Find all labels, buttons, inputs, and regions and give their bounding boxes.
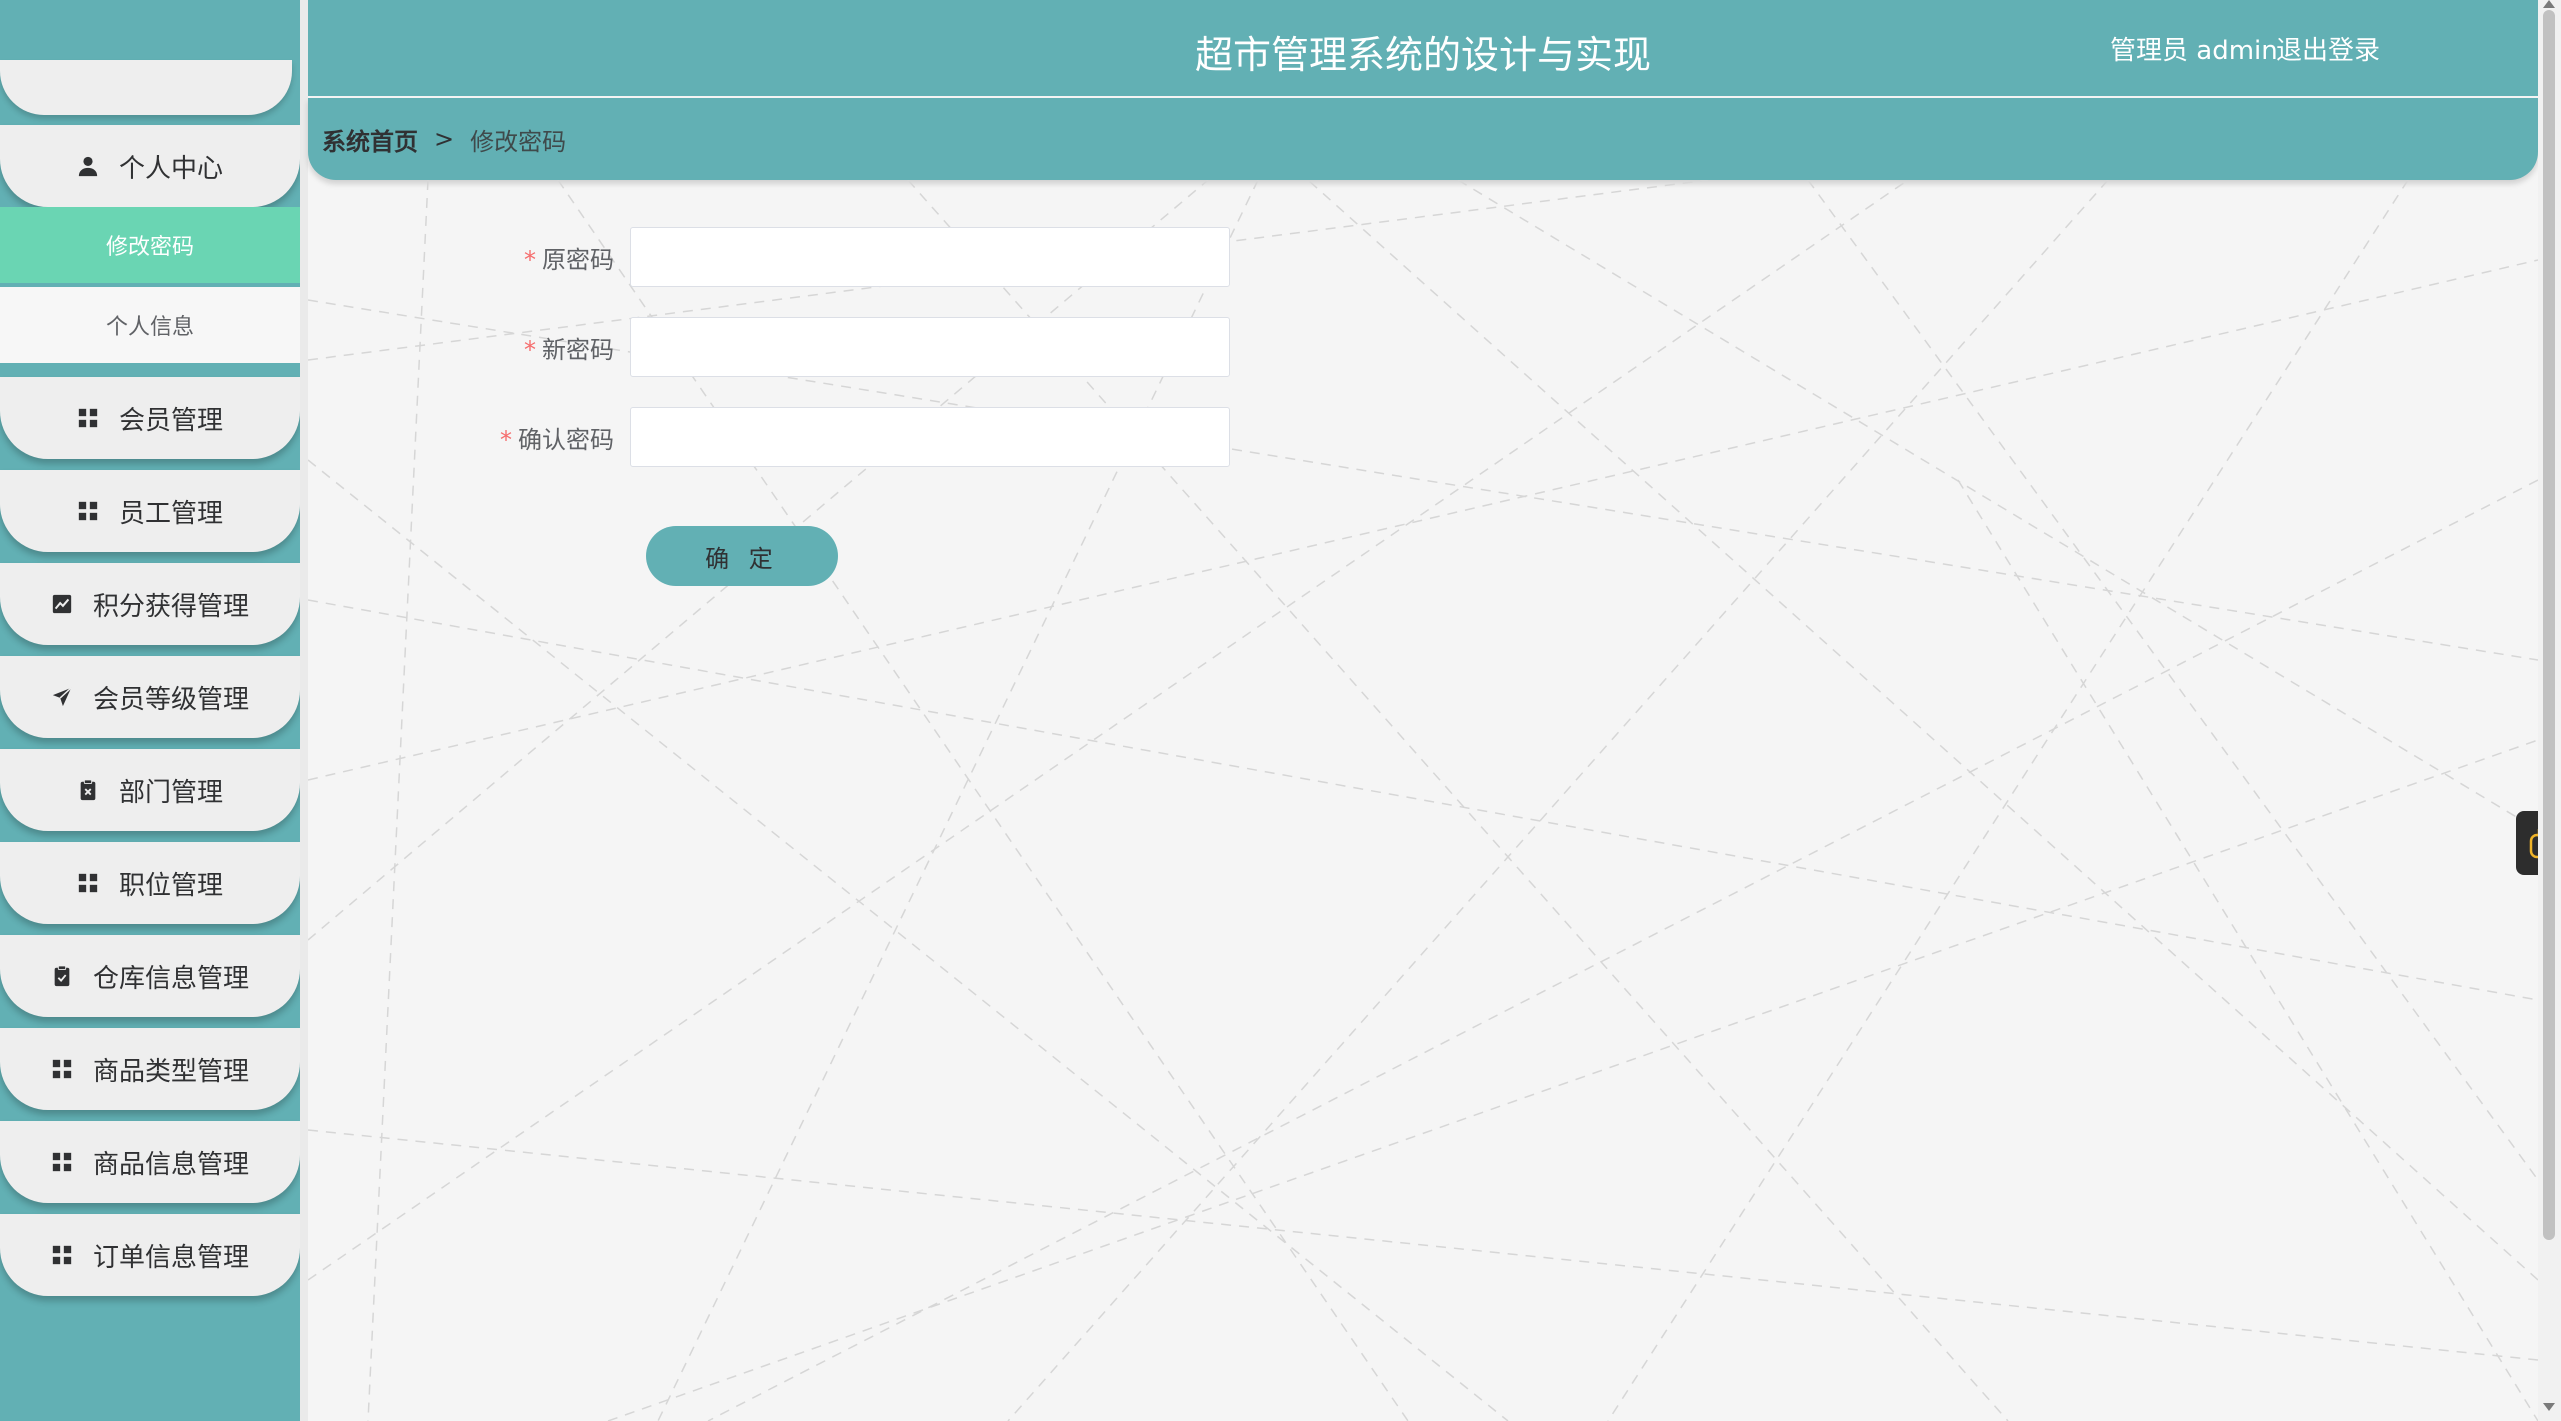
submenu-item-change-password[interactable]: 修改密码 xyxy=(0,207,300,283)
sidebar-item-product-type[interactable]: 商品类型管理 xyxy=(0,1028,300,1110)
old-password-input[interactable] xyxy=(630,227,1230,287)
user-label: 管理员 admin xyxy=(2110,36,2278,66)
chart-icon xyxy=(51,593,73,615)
sidebar-item-product-info[interactable]: 商品信息管理 xyxy=(0,1121,300,1203)
clipboard-x-icon xyxy=(77,779,99,801)
sidebar-item-points[interactable]: 积分获得管理 xyxy=(0,563,300,645)
breadcrumb-home-link[interactable]: 系统首页 xyxy=(322,122,418,157)
breadcrumb-current: 修改密码 xyxy=(470,127,567,156)
confirm-button[interactable]: 确 定 xyxy=(646,526,838,586)
required-mark: * xyxy=(524,335,536,364)
grid-icon xyxy=(77,500,99,522)
sidebar-item-warehouse[interactable]: 仓库信息管理 xyxy=(0,935,300,1017)
sidebar-top-cap xyxy=(0,60,292,115)
sidebar-item-label: 员工管理 xyxy=(118,498,223,529)
grid-icon xyxy=(51,1244,73,1266)
sidebar-item-member-level[interactable]: 会员等级管理 xyxy=(0,656,300,738)
old-password-label: * 原密码 xyxy=(308,240,630,275)
new-password-label-text: 新密码 xyxy=(542,335,614,364)
breadcrumb: 系统首页 > 修改密码 xyxy=(308,98,2538,180)
form-row-confirm-password: * 确认密码 xyxy=(308,407,1230,467)
top-header: 超市管理系统的设计与实现 管理员 admin 退出登录 xyxy=(308,0,2538,96)
scrollbar-thumb[interactable] xyxy=(2543,10,2555,1240)
page-scrollbar[interactable] xyxy=(2538,0,2561,1421)
confirm-password-label-text: 确认密码 xyxy=(518,425,614,454)
required-mark: * xyxy=(524,245,536,274)
sidebar-item-label: 商品类型管理 xyxy=(92,1056,249,1087)
sidebar-item-label: 仓库信息管理 xyxy=(92,963,249,994)
scroll-down-arrow-icon[interactable] xyxy=(2543,1403,2555,1411)
required-mark: * xyxy=(500,425,512,454)
logout-link[interactable]: 退出登录 xyxy=(2276,30,2380,67)
send-icon xyxy=(51,686,73,708)
submenu-item-personal-info[interactable]: 个人信息 xyxy=(0,287,300,363)
sidebar-item-member[interactable]: 会员管理 xyxy=(0,377,300,459)
new-password-input[interactable] xyxy=(630,317,1230,377)
confirm-password-label: * 确认密码 xyxy=(308,420,630,455)
old-password-label-text: 原密码 xyxy=(542,245,614,274)
grid-icon xyxy=(51,1151,73,1173)
sidebar-item-label: 会员等级管理 xyxy=(92,684,249,715)
confirm-password-input[interactable] xyxy=(630,407,1230,467)
breadcrumb-separator: > xyxy=(434,125,455,153)
main-content: * 原密码 * 新密码 * 确认密码 确 定 xyxy=(308,180,2538,1421)
sidebar-item-label: 会员管理 xyxy=(118,405,223,436)
sidebar-item-label: 职位管理 xyxy=(118,870,223,901)
form-row-old-password: * 原密码 xyxy=(308,227,1230,287)
sidebar-item-department[interactable]: 部门管理 xyxy=(0,749,300,831)
sidebar-item-personal-center[interactable]: 个人中心 xyxy=(0,125,300,207)
grid-icon xyxy=(51,1058,73,1080)
sidebar-item-label: 个人中心 xyxy=(118,153,223,184)
new-password-label: * 新密码 xyxy=(308,330,630,365)
sidebar-item-label: 部门管理 xyxy=(118,777,223,808)
sidebar-item-order-info[interactable]: 订单信息管理 xyxy=(0,1214,300,1296)
clipboard-check-icon xyxy=(51,965,73,987)
sidebar-divider xyxy=(300,0,308,1421)
form-row-new-password: * 新密码 xyxy=(308,317,1230,377)
sidebar-item-label: 积分获得管理 xyxy=(92,591,249,622)
grid-icon xyxy=(77,407,99,429)
sidebar: 个人中心 修改密码 个人信息 会员管理 员工管理 积分获得管理 会员等级管理 部… xyxy=(0,0,300,1421)
sidebar-item-staff[interactable]: 员工管理 xyxy=(0,470,300,552)
sidebar-item-label: 商品信息管理 xyxy=(92,1149,249,1180)
sidebar-item-label: 订单信息管理 xyxy=(92,1242,249,1273)
scroll-up-arrow-icon[interactable] xyxy=(2543,0,2555,8)
user-icon xyxy=(77,155,99,177)
sidebar-item-position[interactable]: 职位管理 xyxy=(0,842,300,924)
grid-icon xyxy=(77,872,99,894)
